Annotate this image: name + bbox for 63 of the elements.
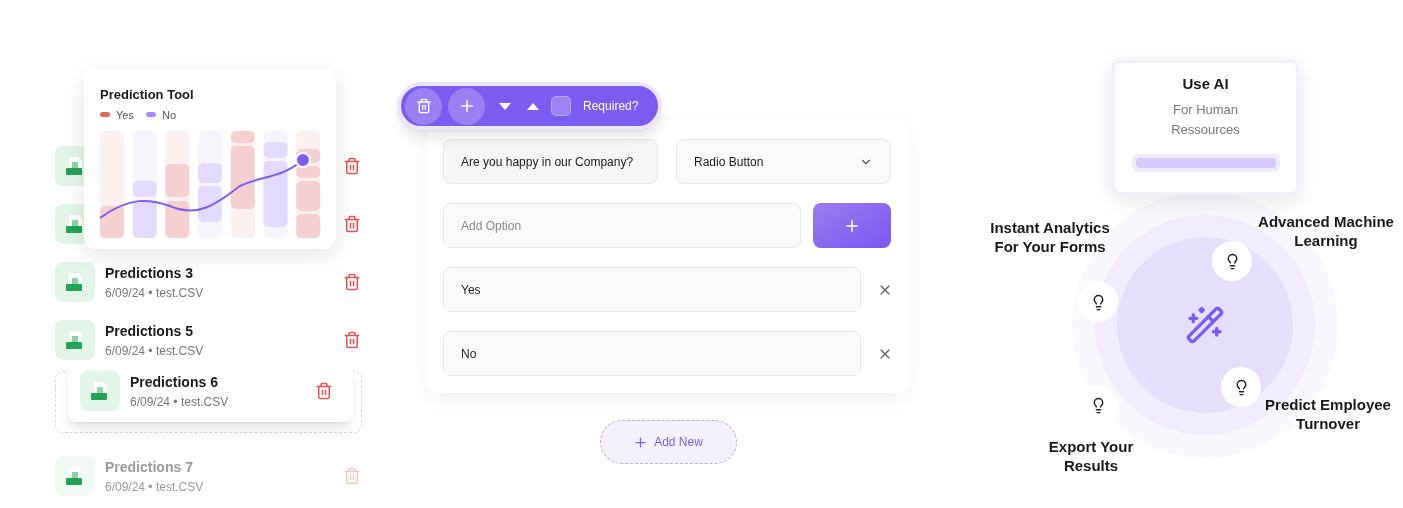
plus-icon bbox=[633, 434, 649, 450]
prediction-title: Predictions 3 bbox=[105, 263, 194, 283]
csv-file-icon bbox=[55, 320, 95, 360]
trash-icon bbox=[415, 98, 432, 114]
delete-button[interactable] bbox=[343, 273, 362, 291]
card-title: Use AI bbox=[1182, 74, 1229, 94]
required-checkbox[interactable] bbox=[551, 96, 572, 116]
delete-button[interactable] bbox=[343, 331, 362, 349]
csv-file-icon bbox=[55, 456, 95, 496]
chart-bar bbox=[165, 201, 190, 238]
legend-label: No bbox=[161, 107, 176, 123]
feature-label: Advanced Machine Learning bbox=[1257, 212, 1395, 250]
required-label: Required? bbox=[583, 98, 639, 115]
dragged-prediction-card[interactable]: Predictions 6 6/09/24 • test.CSV bbox=[68, 360, 353, 422]
chart-bar bbox=[230, 146, 255, 209]
legend-label: Yes bbox=[116, 107, 134, 123]
option-field[interactable]: No bbox=[443, 331, 862, 376]
chart-bar bbox=[100, 206, 124, 238]
csv-file-icon bbox=[80, 371, 120, 411]
chart-bar bbox=[263, 161, 288, 227]
chart-point bbox=[295, 152, 311, 168]
chart-bar bbox=[198, 163, 223, 183]
chart-bar bbox=[296, 181, 321, 211]
trash-icon bbox=[343, 273, 362, 291]
chart-bar bbox=[132, 201, 157, 238]
delete-button[interactable] bbox=[343, 215, 362, 233]
add-new-button[interactable]: Add New bbox=[599, 420, 737, 464]
add-button[interactable] bbox=[448, 87, 486, 125]
prediction-meta: 6/09/24 • test.CSV bbox=[105, 342, 205, 360]
option-field[interactable]: Yes bbox=[443, 267, 862, 312]
chart-bar bbox=[230, 131, 255, 143]
trash-icon bbox=[343, 331, 362, 349]
answer-type-dropdown[interactable]: Radio Button bbox=[676, 139, 892, 184]
trash-icon bbox=[343, 157, 362, 175]
trash-icon bbox=[315, 382, 333, 400]
chart-bar bbox=[165, 164, 190, 197]
prediction-meta: 6/09/24 • test.CSV bbox=[105, 284, 205, 302]
delete-button[interactable] bbox=[343, 157, 362, 175]
prediction-title: Predictions 5 bbox=[105, 321, 194, 341]
delete-button[interactable] bbox=[315, 382, 333, 400]
prediction-meta: 6/09/24 • test.CSV bbox=[130, 393, 230, 411]
csv-file-icon bbox=[55, 262, 95, 302]
delete-button[interactable] bbox=[405, 87, 443, 125]
chart-bar bbox=[198, 186, 223, 222]
trash-icon bbox=[343, 215, 362, 233]
question-field[interactable]: Are you happy in our Company? bbox=[443, 139, 659, 184]
chart-bar bbox=[296, 214, 321, 238]
feature-label: Predict Employee Turnover bbox=[1264, 395, 1392, 433]
card-title: Prediction Tool bbox=[100, 86, 195, 104]
feature-label: Export Your Results bbox=[1047, 437, 1135, 475]
prediction-title: Predictions 6 bbox=[130, 372, 219, 392]
add-option-field[interactable]: Add Option bbox=[443, 203, 802, 248]
trash-icon bbox=[343, 467, 362, 485]
chart-bar bbox=[132, 181, 157, 197]
triangle-up-icon bbox=[527, 102, 540, 110]
prediction-meta: 6/09/24 • test.CSV bbox=[105, 478, 205, 496]
feature-label: Instant Analytics For Your Forms bbox=[989, 218, 1111, 256]
add-option-button[interactable] bbox=[813, 203, 892, 248]
magic-wand-icon bbox=[1185, 305, 1226, 345]
chart-bar bbox=[263, 142, 288, 158]
card-subtitle: For Human Ressources bbox=[1170, 100, 1241, 139]
triangle-down-icon bbox=[499, 102, 512, 110]
prediction-title: Predictions 7 bbox=[105, 457, 194, 477]
